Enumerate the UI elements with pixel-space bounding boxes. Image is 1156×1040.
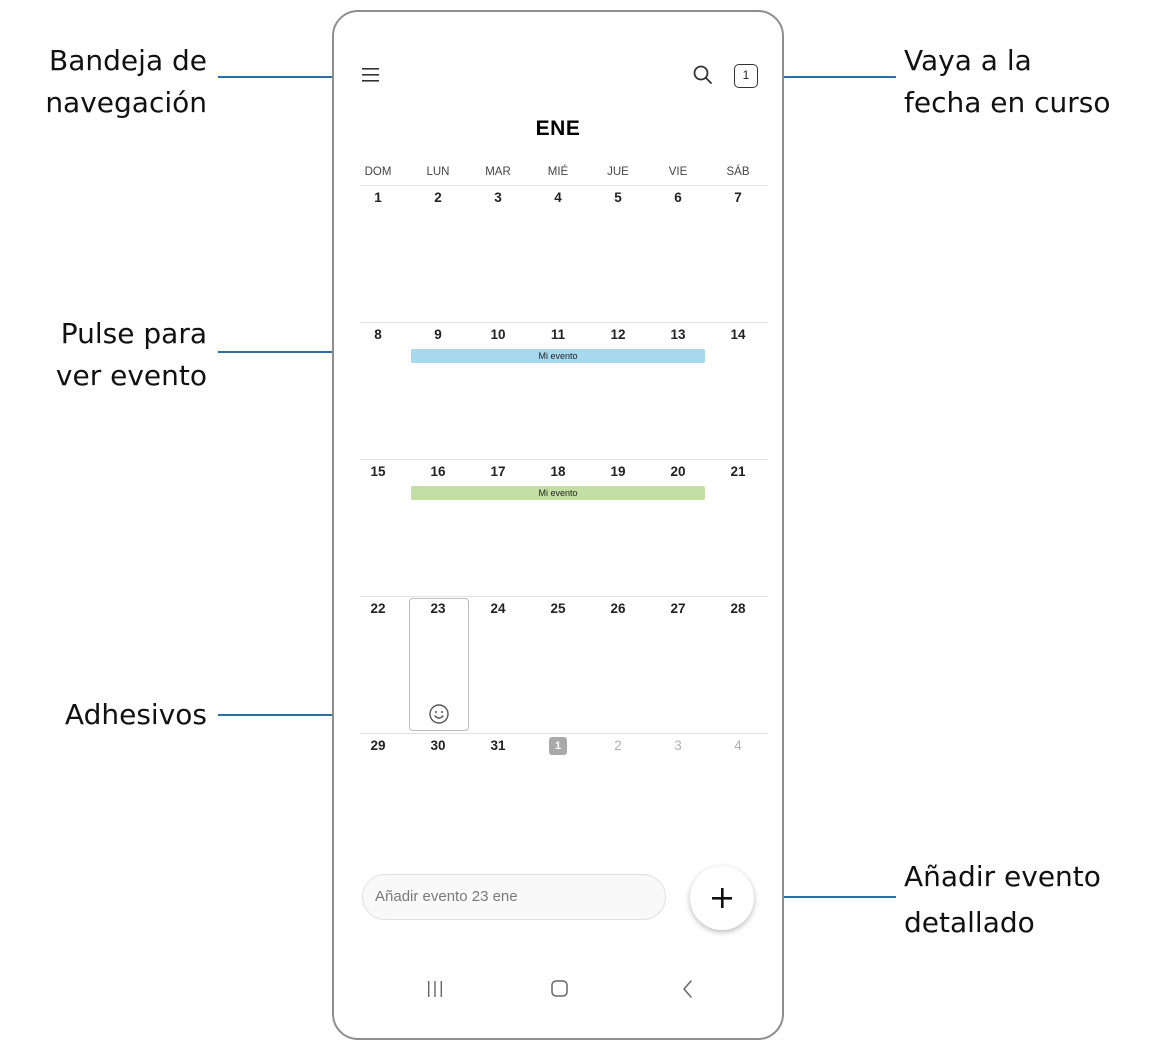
weekday-label: DOM xyxy=(364,166,392,178)
day-cell[interactable]: 29 xyxy=(348,738,408,753)
callout-today: Vaya a la fecha en curso xyxy=(904,40,1156,124)
add-event-button[interactable] xyxy=(690,866,754,930)
callout-view-event-line2: ver evento xyxy=(55,359,207,392)
day-cell[interactable]: 11 xyxy=(528,327,588,342)
day-cell[interactable]: 30 xyxy=(408,738,468,753)
day-cell[interactable]: 4 xyxy=(528,190,588,205)
day-cell[interactable]: 12 xyxy=(588,327,648,342)
event-label: Mi evento xyxy=(538,488,578,498)
day-cell[interactable]: 31 xyxy=(468,738,528,753)
home-icon[interactable] xyxy=(549,979,571,999)
week-divider xyxy=(360,596,768,597)
callout-view-event-line1: Pulse para xyxy=(60,317,207,350)
callout-nav-drawer: Bandeja de navegación xyxy=(0,40,207,124)
weekday-label: VIE xyxy=(668,166,688,178)
day-cell[interactable]: 2 xyxy=(408,190,468,205)
month-title: ENE xyxy=(535,117,581,140)
today-button[interactable]: 1 xyxy=(734,64,758,88)
day-cell[interactable]: 6 xyxy=(648,190,708,205)
day-cell[interactable]: 18 xyxy=(528,464,588,479)
callout-nav-drawer-line2: navegación xyxy=(45,86,207,119)
recents-icon[interactable] xyxy=(425,979,445,999)
event-bar[interactable]: Mi evento xyxy=(411,349,705,363)
day-cell[interactable]: 26 xyxy=(588,601,648,616)
day-cell[interactable]: 2 xyxy=(588,738,648,753)
callout-today-line1: Vaya a la xyxy=(904,44,1032,77)
weekday-label: SÁB xyxy=(726,166,750,178)
week-divider xyxy=(360,459,768,460)
search-icon[interactable] xyxy=(692,64,714,86)
day-cell[interactable]: 9 xyxy=(408,327,468,342)
week-divider xyxy=(360,185,768,186)
day-cell[interactable]: 27 xyxy=(648,601,708,616)
callout-add-detailed: Añadir evento detallado xyxy=(904,856,1156,944)
day-cell[interactable]: 10 xyxy=(468,327,528,342)
day-cell[interactable]: 22 xyxy=(348,601,408,616)
hamburger-menu-icon[interactable] xyxy=(361,66,381,84)
day-cell[interactable]: 15 xyxy=(348,464,408,479)
day-cell[interactable]: 5 xyxy=(588,190,648,205)
day-cell[interactable]: 4 xyxy=(708,738,768,753)
quick-add-placeholder: Añadir evento 23 ene xyxy=(375,888,518,905)
weekday-label: MIÉ xyxy=(547,166,569,178)
day-cell-today[interactable]: 1 xyxy=(549,737,567,755)
day-cell[interactable]: 24 xyxy=(468,601,528,616)
event-label: Mi evento xyxy=(538,351,578,361)
day-cell[interactable]: 8 xyxy=(348,327,408,342)
weekday-label: MAR xyxy=(485,166,511,178)
day-cell[interactable]: 14 xyxy=(708,327,768,342)
day-cell[interactable]: 3 xyxy=(468,190,528,205)
callout-stickers: Adhesivos xyxy=(64,698,207,731)
today-badge-label: 1 xyxy=(742,68,750,82)
callout-view-event: Pulse para ver evento xyxy=(0,313,207,397)
day-cell[interactable]: 16 xyxy=(408,464,468,479)
week-divider xyxy=(360,733,768,734)
weekday-label: LUN xyxy=(426,166,450,178)
week-divider xyxy=(360,322,768,323)
callout-nav-drawer-line1: Bandeja de xyxy=(49,44,207,77)
day-cell[interactable]: 28 xyxy=(708,601,768,616)
plus-icon xyxy=(712,888,732,908)
day-cell[interactable]: 1 xyxy=(348,190,408,205)
day-cell[interactable]: 3 xyxy=(648,738,708,753)
day-cell[interactable]: 7 xyxy=(708,190,768,205)
day-cell[interactable]: 21 xyxy=(708,464,768,479)
smiley-icon[interactable] xyxy=(428,703,450,725)
day-cell[interactable]: 19 xyxy=(588,464,648,479)
callout-line-nav-drawer xyxy=(218,76,336,78)
callout-today-line2: fecha en curso xyxy=(904,86,1111,119)
quick-add-input[interactable]: Añadir evento 23 ene xyxy=(362,874,666,920)
callout-add-detailed-line1: Añadir evento xyxy=(904,860,1101,893)
weekday-label: JUE xyxy=(607,166,629,178)
back-icon[interactable] xyxy=(680,978,696,1000)
event-bar[interactable]: Mi evento xyxy=(411,486,705,500)
day-cell[interactable]: 13 xyxy=(648,327,708,342)
callout-add-detailed-line2: detallado xyxy=(904,906,1035,939)
day-cell[interactable]: 25 xyxy=(528,601,588,616)
day-cell[interactable]: 20 xyxy=(648,464,708,479)
day-cell[interactable]: 17 xyxy=(468,464,528,479)
